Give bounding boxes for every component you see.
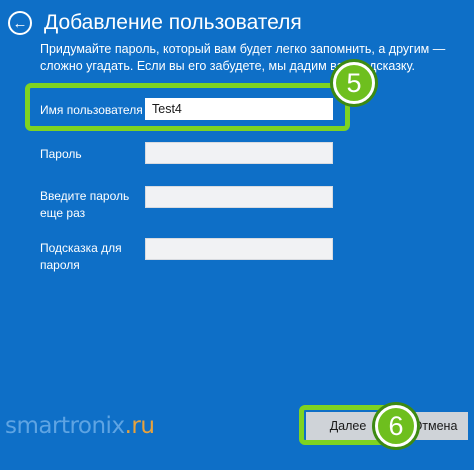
back-arrow-icon[interactable]: ←	[8, 11, 32, 35]
step-5-badge: 5	[333, 62, 375, 104]
watermark-name: smartronix	[5, 413, 125, 439]
watermark-tld: .ru	[124, 413, 155, 439]
password-repeat-field[interactable]	[145, 186, 333, 208]
username-label: Имя пользователя	[40, 103, 143, 117]
password-repeat-label-line1: Введите пароль	[40, 189, 130, 203]
username-field[interactable]: Test4	[145, 98, 333, 120]
hint-field[interactable]	[145, 238, 333, 260]
hint-label-line1: Подсказка для	[40, 241, 122, 255]
watermark: smartronix.ru	[5, 413, 155, 439]
hint-label-line2: пароля	[40, 258, 80, 272]
page-description: Придумайте пароль, который вам будет лег…	[40, 42, 446, 73]
header: ← Добавление пользователя	[8, 8, 302, 38]
step-6-badge: 6	[375, 405, 417, 447]
password-repeat-label: Введите пароль еще раз	[40, 188, 129, 222]
password-label: Пароль	[40, 147, 82, 161]
password-field[interactable]	[145, 142, 333, 164]
hint-label: Подсказка для пароля	[40, 240, 122, 274]
page-title: Добавление пользователя	[44, 11, 302, 34]
password-repeat-label-line2: еще раз	[40, 206, 86, 220]
